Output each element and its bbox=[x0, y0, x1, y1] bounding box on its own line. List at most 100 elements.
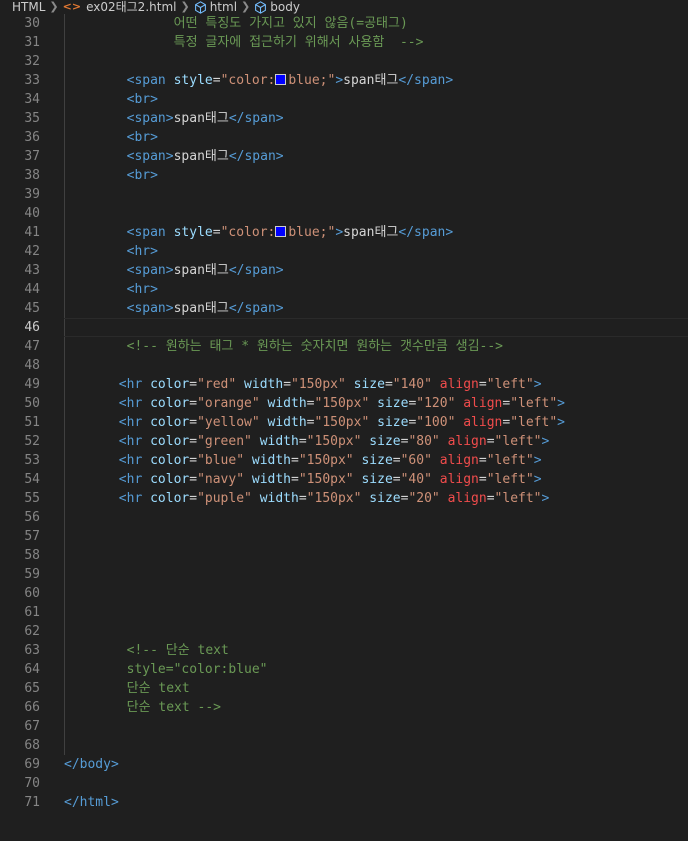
code-line[interactable]: 43 <span>span태그</span> bbox=[0, 261, 688, 280]
code-line[interactable]: 70 bbox=[0, 774, 688, 793]
code-line[interactable]: 47 <!-- 원하는 태그 * 원하는 숫자치면 원하는 갯수만큼 생김--> bbox=[0, 337, 688, 356]
breadcrumb-file[interactable]: ex02태그2.html bbox=[86, 0, 176, 14]
code-content: <span style="color: blue;">span태그</span> bbox=[127, 223, 454, 242]
code-line[interactable]: 64 style="color:blue" bbox=[0, 660, 688, 679]
code-content: </html> bbox=[64, 793, 119, 812]
text-token: = bbox=[478, 377, 487, 392]
comment-text: <!-- 원하는 태그 * 원하는 숫자치면 원하는 갯수만큼 생김--> bbox=[126, 339, 504, 354]
code-line[interactable]: 63 <!-- 단순 text bbox=[0, 641, 688, 660]
code-line[interactable]: 69 </body> bbox=[0, 755, 688, 774]
code-line[interactable]: 58 bbox=[0, 546, 688, 565]
line-number: 38 bbox=[24, 168, 40, 183]
comment-text: 어떤 특징도 가지고 있지 않음(=공태그) bbox=[173, 16, 408, 31]
line-number: 34 bbox=[24, 92, 40, 107]
code-line[interactable]: 37 <span>span태그</span> bbox=[0, 147, 688, 166]
code-line[interactable]: 32 bbox=[0, 52, 688, 71]
text-token: = bbox=[189, 377, 198, 392]
tag-token: <hr> bbox=[126, 244, 158, 259]
code-line[interactable]: 38 <br> bbox=[0, 166, 688, 185]
line-number: 70 bbox=[24, 776, 40, 791]
code-line[interactable]: 45 <span>span태그</span> bbox=[0, 299, 688, 318]
string-token: blue;" bbox=[288, 225, 336, 240]
code-line[interactable]: 68 bbox=[0, 736, 688, 755]
cube-icon bbox=[254, 0, 267, 14]
code-line[interactable]: 39 bbox=[0, 185, 688, 204]
code-editor[interactable]: 30 어떤 특징도 가지고 있지 않음(=공태그) 31 특정 글자에 접근하기 위해… bbox=[0, 14, 688, 812]
code-line[interactable]: 66 단순 text --> bbox=[0, 698, 688, 717]
breadcrumb-html[interactable]: html bbox=[210, 0, 237, 14]
code-line[interactable]: 67 bbox=[0, 717, 688, 736]
string-token: "left" bbox=[494, 434, 542, 449]
tag-token: > bbox=[533, 377, 542, 392]
code-line[interactable]: 53 <hr color="blue" width="150px" size="6… bbox=[0, 451, 688, 470]
code-line[interactable]: 49 <hr color="red" width="150px" size="14… bbox=[0, 375, 688, 394]
code-content: <span style="color: blue;">span태그</span> bbox=[127, 71, 454, 90]
color-swatch-icon[interactable] bbox=[275, 74, 287, 85]
code-content: <hr color="orange" width="150px" size="1… bbox=[119, 394, 565, 413]
code-line[interactable]: 48 bbox=[0, 356, 688, 375]
string-token: "left" bbox=[494, 491, 542, 506]
code-content: <hr color="yellow" width="150px" size="1… bbox=[119, 413, 565, 432]
code-line[interactable]: 40 bbox=[0, 204, 688, 223]
text-token: = bbox=[189, 396, 198, 411]
tag-token: <span> bbox=[126, 149, 174, 164]
breadcrumb-body[interactable]: body bbox=[270, 0, 300, 14]
code-line[interactable]: 41 <span style="color: blue;">span태그</span… bbox=[0, 223, 688, 242]
invalid-attribute-token: align bbox=[447, 434, 487, 449]
code-line[interactable]: 50 <hr color="orange" width="150px" size=… bbox=[0, 394, 688, 413]
code-line[interactable]: 65 단순 text bbox=[0, 679, 688, 698]
code-line[interactable]: 31 특정 글자에 접근하기 위해서 사용함 --> bbox=[0, 33, 688, 52]
code-line[interactable]: 56 bbox=[0, 508, 688, 527]
string-token: "left" bbox=[510, 415, 558, 430]
code-line[interactable]: 61 bbox=[0, 603, 688, 622]
string-token: "yellow" bbox=[197, 415, 260, 430]
attribute-token: style bbox=[173, 225, 213, 240]
attribute-token: size bbox=[361, 472, 393, 487]
code-line[interactable]: 34 <br> bbox=[0, 90, 688, 109]
color-swatch-icon[interactable] bbox=[275, 226, 287, 237]
string-token: "left" bbox=[486, 472, 534, 487]
attribute-token: color bbox=[150, 415, 190, 430]
code-line[interactable]: 44 <hr> bbox=[0, 280, 688, 299]
breadcrumb-language[interactable]: HTML bbox=[12, 0, 45, 14]
tag-token: <hr bbox=[118, 415, 143, 430]
code-line[interactable]: 57 bbox=[0, 527, 688, 546]
code-line[interactable]: 55 <hr color="puple" width="150px" size="… bbox=[0, 489, 688, 508]
text-token: = bbox=[291, 472, 299, 487]
tag-token: <hr bbox=[118, 453, 143, 468]
code-line[interactable]: 54 <hr color="navy" width="150px" size="4… bbox=[0, 470, 688, 489]
chevron-right-icon: ❯ bbox=[180, 0, 190, 13]
tag-token: </body> bbox=[64, 757, 119, 772]
line-number: 52 bbox=[24, 434, 40, 449]
code-line[interactable]: 52 <hr color="green" width="150px" size="… bbox=[0, 432, 688, 451]
code-line[interactable]: 33 <span style="color: blue;">span태그</span… bbox=[0, 71, 688, 90]
code-line[interactable]: 71 </html> bbox=[0, 793, 688, 812]
text-token: span태그 bbox=[173, 111, 229, 126]
tag-token: </span> bbox=[398, 73, 454, 88]
code-content: <hr color="puple" width="150px" size="20… bbox=[119, 489, 550, 508]
code-line[interactable]: 62 bbox=[0, 622, 688, 641]
line-number: 48 bbox=[24, 358, 40, 373]
code-line[interactable]: 42 <hr> bbox=[0, 242, 688, 261]
attribute-token: width bbox=[259, 434, 299, 449]
code-line[interactable]: 59 bbox=[0, 565, 688, 584]
code-line[interactable]: 46 bbox=[0, 318, 688, 337]
tag-token: </span> bbox=[398, 225, 454, 240]
code-line[interactable]: 36 <br> bbox=[0, 128, 688, 147]
attribute-token: size bbox=[353, 377, 385, 392]
code-line[interactable]: 30 어떤 특징도 가지고 있지 않음(=공태그) bbox=[0, 14, 688, 33]
comment-text: 특정 글자에 접근하기 위해서 사용함 --> bbox=[173, 35, 424, 50]
code-content: <hr> bbox=[127, 280, 158, 299]
string-token: "150px" bbox=[314, 415, 370, 430]
code-line[interactable]: 35 <span>span태그</span> bbox=[0, 109, 688, 128]
code-line[interactable]: 51 <hr color="yellow" width="150px" size=… bbox=[0, 413, 688, 432]
code-line[interactable]: 60 bbox=[0, 584, 688, 603]
tag-token: > bbox=[541, 491, 550, 506]
line-number: 30 bbox=[24, 16, 40, 31]
line-number: 45 bbox=[24, 301, 40, 316]
